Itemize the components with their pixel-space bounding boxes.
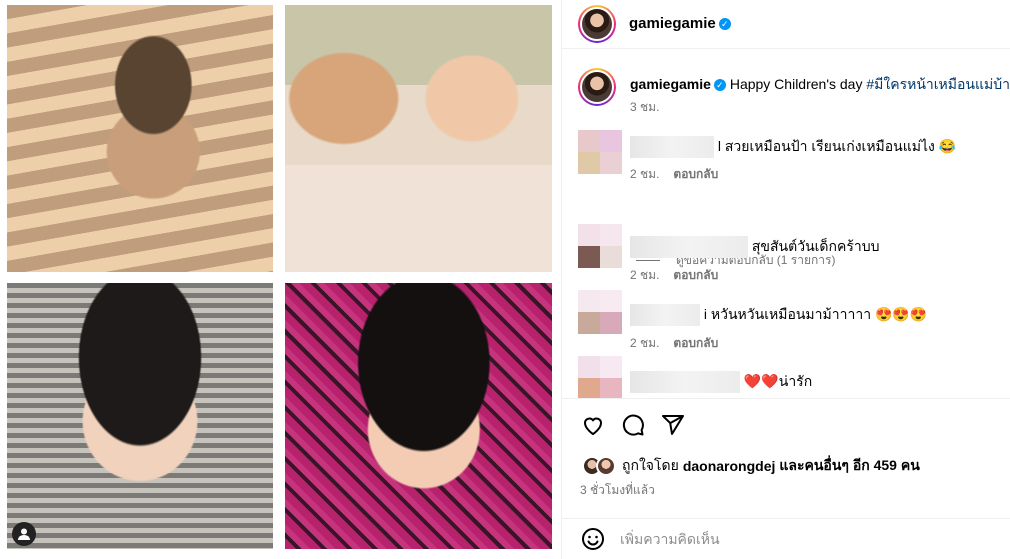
- heart-icon[interactable]: [580, 412, 606, 438]
- caption-text: Happy Children's day: [729, 76, 863, 92]
- share-icon[interactable]: [660, 412, 686, 438]
- author-avatar[interactable]: [578, 5, 616, 43]
- comment-3: i หวันหวันเหมือนมาม้าาาาา 😍😍😍: [630, 304, 928, 327]
- post-side-panel: gamiegamie ✓ gamiegamie ✓ Happy Children's…: [561, 0, 1010, 559]
- caption: gamiegamie ✓ Happy Children's day #มีใครห…: [630, 74, 1010, 96]
- comment-time: 2 ชม.: [630, 167, 660, 181]
- comment-3-meta: 2 ชม. ตอบกลับ: [630, 334, 718, 353]
- comment-icon[interactable]: [620, 412, 646, 438]
- likes-count[interactable]: และคนอื่นๆ อีก 459 คน: [779, 455, 919, 477]
- replies-divider: [636, 260, 660, 262]
- post-media[interactable]: [0, 0, 561, 559]
- reply-button[interactable]: ตอบกลับ: [673, 336, 718, 350]
- caption-meta: 3 ชม.: [630, 98, 659, 117]
- reply-button[interactable]: ตอบกลับ: [673, 268, 718, 282]
- likes-summary: ถูกใจโดย daonarongdej และคนอื่นๆ อีก 459…: [582, 455, 920, 477]
- comment-text: สุขสันต์วันเด็กคร้าบบ: [751, 238, 880, 254]
- comment-4: ❤️❤️น่ารัก: [630, 371, 813, 394]
- post-actions: ถูกใจโดย daonarongdej และคนอื่นๆ อีก 459…: [562, 398, 1010, 518]
- comment-1-meta: 2 ชม. ตอบกลับ: [630, 165, 718, 184]
- verified-badge-icon: ✓: [718, 17, 731, 30]
- caption-time: 3 ชม.: [630, 100, 660, 114]
- post-header: gamiegamie ✓: [562, 0, 1010, 49]
- comment-2-meta: 2 ชม. ตอบกลับ: [630, 266, 718, 285]
- liker-username[interactable]: daonarongdej: [683, 458, 776, 474]
- posted-time[interactable]: 3 ชั่วโมงที่แล้ว: [580, 481, 655, 500]
- blurred-username[interactable]: [630, 304, 700, 327]
- comment-input[interactable]: [620, 527, 980, 551]
- add-comment-bar: [562, 518, 1010, 559]
- verified-badge-icon: ✓: [713, 79, 726, 92]
- author-username[interactable]: gamiegamie: [629, 15, 716, 32]
- instagram-post-view: gamiegamie ✓ gamiegamie ✓ Happy Children's…: [0, 0, 1010, 559]
- blurred-username[interactable]: [630, 236, 748, 259]
- commenter-avatar[interactable]: [578, 356, 622, 398]
- comment-text: l สวยเหมือนป้า เรียนเก่งเหมือนแม่ไง 😂: [717, 138, 957, 154]
- caption-username[interactable]: gamiegamie: [630, 76, 711, 92]
- comment-1: l สวยเหมือนป้า เรียนเก่งเหมือนแม่ไง 😂: [630, 136, 957, 159]
- commenter-avatar[interactable]: [578, 224, 622, 268]
- comment-time: 2 ชม.: [630, 336, 660, 350]
- commenter-avatar[interactable]: [578, 290, 622, 334]
- comment-text: ❤️❤️น่ารัก: [743, 373, 813, 389]
- photo-childhood-boy: [7, 5, 273, 272]
- avatar-pixel: [578, 130, 600, 152]
- commenter-avatar[interactable]: [578, 130, 622, 174]
- photo-baby-with-mother: [285, 5, 552, 272]
- photo-toddler-drawing: [7, 283, 273, 549]
- blurred-username[interactable]: [630, 371, 740, 394]
- likes-prefix: ถูกใจโดย: [622, 457, 679, 473]
- blurred-username[interactable]: [630, 136, 714, 159]
- photo-girl-smiling: [285, 283, 552, 549]
- reply-button[interactable]: ตอบกลับ: [673, 167, 718, 181]
- emoji-icon[interactable]: [580, 526, 606, 552]
- caption-hashtag[interactable]: #มีใครหน้าเหมือนแม่บ้าง: [866, 76, 1010, 92]
- user-tag-icon[interactable]: [12, 522, 36, 546]
- comment-2: สุขสันต์วันเด็กคร้าบบ: [630, 236, 880, 259]
- comment-text: i หวันหวันเหมือนมาม้าาาาา 😍😍😍: [703, 306, 928, 322]
- caption-author-avatar[interactable]: [578, 68, 616, 106]
- comments-list[interactable]: gamiegamie ✓ Happy Children's day #มีใครห…: [562, 50, 1010, 398]
- comment-time: 2 ชม.: [630, 268, 660, 282]
- liker-avatar[interactable]: [596, 456, 616, 476]
